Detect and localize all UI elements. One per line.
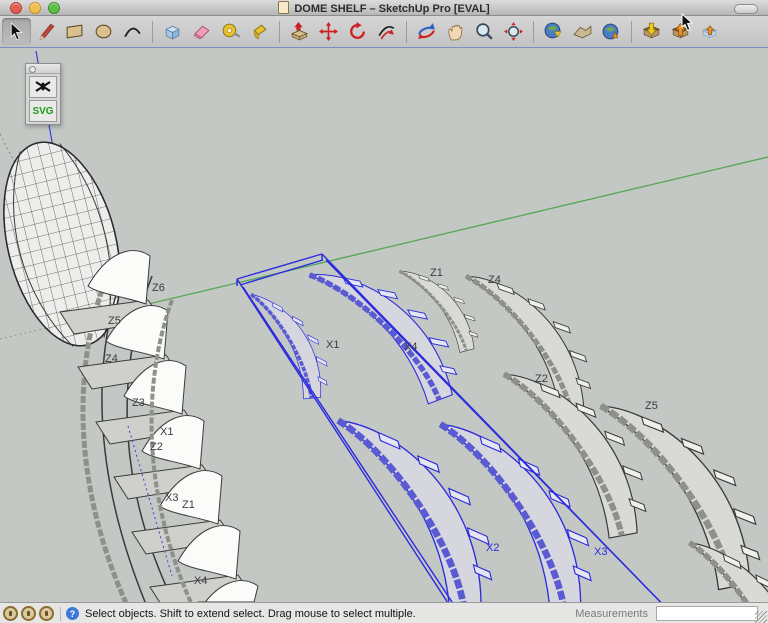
part-label: Z6 [152,282,165,294]
resize-grip[interactable] [755,611,767,623]
select-tool-icon[interactable] [2,18,31,45]
document-proxy-icon [278,1,290,14]
offset-tool-icon[interactable] [372,18,401,45]
place-model-icon[interactable] [597,18,626,45]
part-label: X3 [594,546,607,558]
measurements-input[interactable] [656,606,758,621]
eraser-tool-icon[interactable] [187,18,216,45]
part-label: X4 [194,575,207,587]
mouse-cursor [681,13,694,32]
circle-tool-icon[interactable] [89,18,118,45]
title-bar: DOME SHELF – SketchUp Pro [EVAL] [0,0,768,16]
viewport-canvas[interactable]: Z6 Z5 Z4 Z3 X1 Z2 X3 Z1 X4 X1 X4 X2 X3 Z… [0,48,768,602]
move-tool-icon[interactable] [314,18,343,45]
part-label: X1 [326,339,339,351]
toolbar-separator [406,20,407,43]
share-component-icon[interactable] [695,18,724,45]
statusbar-separator [60,606,61,621]
toolbar-separator [631,20,632,43]
part-label: X2 [486,542,499,554]
flight-path-button[interactable] [29,76,57,98]
sketchup-window: DOME SHELF – SketchUp Pro [EVAL] Z6 Z5 Z… [0,0,768,623]
window-title-text: DOME SHELF – SketchUp Pro [EVAL] [294,3,490,15]
toolbar-toggle-button[interactable] [734,4,758,14]
paint-bucket-tool-icon[interactable] [245,18,274,45]
part-label: X4 [404,341,417,353]
svg-export-button[interactable]: SVG [29,100,57,122]
status-bar: ? Select objects. Shift to extend select… [0,602,768,623]
rectangle-tool-icon[interactable] [60,18,89,45]
arc-tool-icon[interactable] [118,18,147,45]
part-label: Z1 [430,267,443,279]
part-label: Z5 [108,315,121,327]
get-current-view-icon[interactable] [539,18,568,45]
part-label: Z5 [645,400,658,412]
toggle-terrain-icon[interactable] [568,18,597,45]
toolbar-separator [533,20,534,43]
palette-close-button[interactable] [29,66,36,73]
toolbar-separator [152,20,153,43]
measurements-label: Measurements [575,607,648,620]
part-label: Z4 [488,274,501,286]
part-label: X1 [160,426,173,438]
part-label: Z1 [182,499,195,511]
main-toolbar [0,16,768,48]
svg-button-label: SVG [32,105,54,117]
part-label: Z3 [132,397,145,409]
model-scene: Z6 Z5 Z4 Z3 X1 Z2 X3 Z1 X4 X1 X4 X2 X3 Z… [0,48,768,602]
rotate-tool-icon[interactable] [343,18,372,45]
part-label: X3 [165,492,178,504]
geolocation-status-icon[interactable] [3,606,18,621]
make-component-icon[interactable] [158,18,187,45]
orbit-tool-icon[interactable] [412,18,441,45]
part-label: Z2 [535,373,548,385]
palette-titlebar[interactable] [26,64,60,74]
pan-tool-icon[interactable] [441,18,470,45]
window-title: DOME SHELF – SketchUp Pro [EVAL] [0,1,768,15]
zoom-extents-icon[interactable] [499,18,528,45]
credits-status-icon[interactable] [21,606,36,621]
get-models-icon[interactable] [637,18,666,45]
help-icon[interactable]: ? [66,607,79,620]
svg-plugin-palette[interactable]: SVG [25,63,61,125]
part-label: Z4 [105,353,118,365]
tape-measure-tool-icon[interactable] [216,18,245,45]
toolbar-separator [279,20,280,43]
claim-status-icon[interactable] [39,606,54,621]
dragonfly-icon [35,81,51,92]
zoom-tool-icon[interactable] [470,18,499,45]
line-tool-icon[interactable] [31,18,60,45]
status-message: Select objects. Shift to extend select. … [85,607,416,620]
part-label: Z2 [150,441,163,453]
push-pull-tool-icon[interactable] [285,18,314,45]
